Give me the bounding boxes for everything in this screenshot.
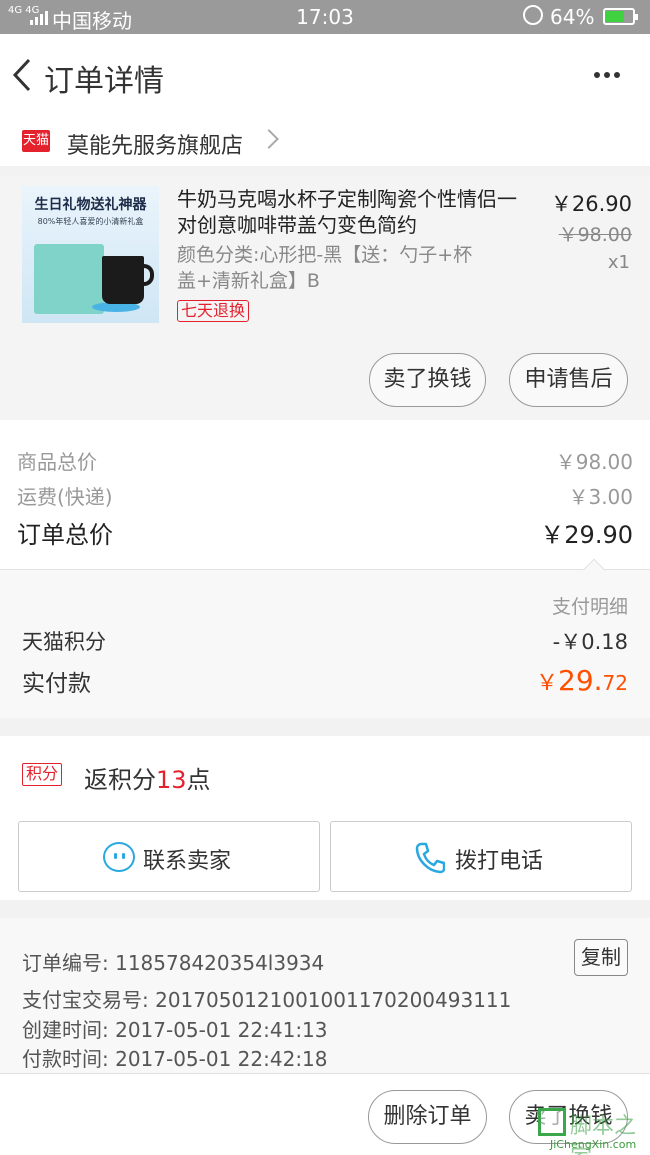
shipping-value: ￥3.00: [568, 485, 633, 509]
contact-seller-label: 联系卖家: [143, 849, 232, 874]
more-options-icon[interactable]: [594, 72, 620, 78]
alipay-transaction-number: 支付宝交易号: 2017050121001001170200493111: [22, 988, 512, 1012]
store-name: 莫能先服务旗舰店: [67, 134, 244, 159]
sell-for-cash-button[interactable]: 卖了换钱: [369, 353, 486, 407]
battery-percent: 64%: [550, 5, 595, 29]
product-image-subline: 80%年轻人喜爱的小清新礼盒: [37, 217, 144, 226]
rewards-section: 积分 返积分13点 联系卖家 拨打电话: [0, 736, 650, 900]
tmall-logo-icon: 天猫: [22, 130, 50, 152]
original-price: ￥98.00: [558, 224, 632, 246]
payment-details: 支付明细 天猫积分 -￥0.18 实付款 ￥29.72: [0, 570, 650, 718]
contact-seller-button[interactable]: 联系卖家: [18, 821, 320, 892]
chat-smile-icon: [103, 842, 135, 872]
alarm-icon: [523, 5, 543, 25]
order-total-value: ￥29.90: [540, 521, 633, 549]
site-watermark: 脚本之家 JiChengXin.com: [530, 1108, 648, 1155]
product-quantity: x1: [607, 252, 630, 273]
after-sales-button[interactable]: 申请售后: [509, 353, 628, 407]
status-bar: 4G 4G 中国移动 17:03 64%: [0, 0, 650, 34]
product-image-headline: 生日礼物送礼神器: [34, 197, 147, 213]
store-row[interactable]: 天猫 莫能先服务旗舰店: [0, 118, 650, 166]
call-button[interactable]: 拨打电话: [330, 821, 632, 892]
order-item[interactable]: 生日礼物送礼神器 80%年轻人喜爱的小清新礼盒 牛奶马克喝水杯子定制陶瓷个性情侣…: [0, 176, 650, 420]
delete-order-button[interactable]: 删除订单: [368, 1090, 487, 1144]
order-info: 订单编号: 118578420354l3934 复制 支付宝交易号: 20170…: [0, 918, 650, 1073]
watermark-en: JiChengXin.com: [550, 1138, 637, 1151]
points-reward-text: 返积分13点: [84, 766, 211, 794]
product-title: 牛奶马克喝水杯子定制陶瓷个性情侣一对创意咖啡带盖勺变色简约: [177, 187, 517, 237]
payment-detail-label: 支付明细: [551, 596, 628, 618]
payment-time: 付款时间: 2017-05-01 22:42:18: [22, 1047, 328, 1071]
copy-button[interactable]: 复制: [574, 939, 628, 976]
order-number: 订单编号: 118578420354l3934: [22, 951, 325, 975]
created-time: 创建时间: 2017-05-01 22:41:13: [22, 1018, 328, 1042]
tmall-points-value: -￥0.18: [552, 630, 628, 654]
battery-icon: [603, 8, 638, 25]
call-label: 拨打电话: [455, 849, 544, 874]
amount-paid-label: 实付款: [22, 671, 91, 697]
product-spec: 颜色分类:心形把-黑【送：勺子+杯盖+清新礼盒】B: [177, 244, 473, 292]
product-image[interactable]: 生日礼物送礼神器 80%年轻人喜爱的小清新礼盒: [22, 186, 159, 323]
goods-total-value: ￥98.00: [555, 450, 633, 474]
top-nav: 订单详情: [0, 34, 650, 118]
watermark-logo-icon: [538, 1108, 566, 1136]
back-arrow-icon[interactable]: [12, 58, 32, 92]
amount-paid-value: ￥29.72: [536, 664, 628, 697]
shipping-label: 运费(快递): [17, 485, 113, 509]
price-summary: 商品总价 ￥98.00 运费(快递) ￥3.00 订单总价 ￥29.90: [0, 420, 650, 570]
phone-icon: [415, 842, 445, 874]
goods-total-label: 商品总价: [17, 450, 97, 474]
points-badge: 积分: [22, 763, 63, 786]
page-title: 订单详情: [44, 64, 164, 99]
product-price: ￥26.90: [550, 192, 632, 216]
order-total-label: 订单总价: [17, 521, 113, 549]
chevron-right-icon: [259, 129, 279, 149]
return-policy-badge: 七天退换: [177, 300, 250, 322]
tmall-points-label: 天猫积分: [22, 630, 106, 654]
